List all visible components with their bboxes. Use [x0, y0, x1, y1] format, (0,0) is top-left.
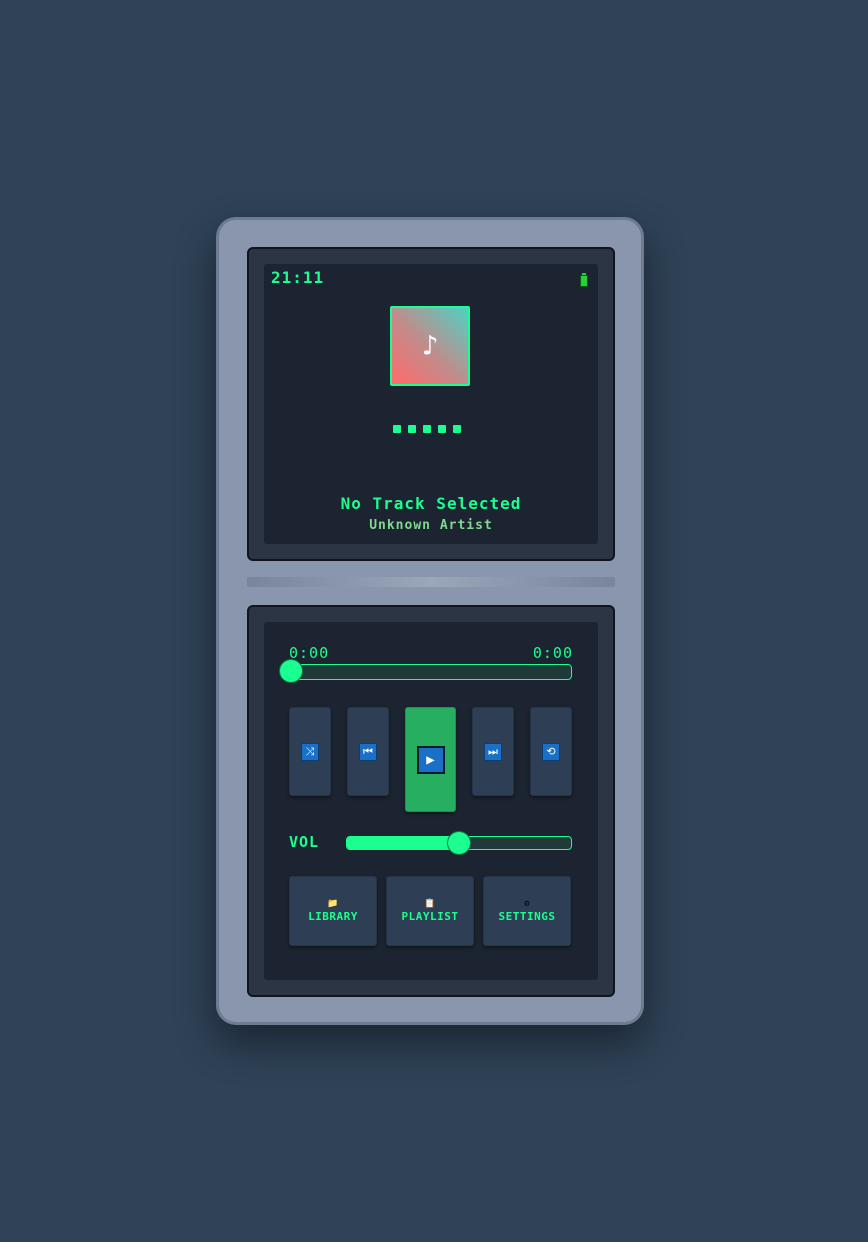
- track-title: No Track Selected: [340, 494, 522, 513]
- battery-icon: [580, 273, 588, 287]
- library-label: LIBRARY: [308, 910, 358, 923]
- library-button[interactable]: 📁 LIBRARY: [289, 876, 377, 946]
- display-panel: 21:11 ♪ No Track Selected Unknown Artist: [247, 247, 615, 561]
- play-button[interactable]: ▶: [405, 707, 456, 812]
- status-clock: 21:11: [271, 268, 325, 287]
- display-screen: 21:11 ♪ No Track Selected Unknown Artist: [264, 264, 598, 544]
- next-button[interactable]: ⏭: [472, 707, 514, 796]
- volume-fill: [347, 837, 459, 849]
- playlist-button[interactable]: 📋 PLAYLIST: [386, 876, 474, 946]
- visualizer-bar: [408, 425, 416, 433]
- album-art: ♪: [390, 306, 470, 386]
- shuffle-icon: ⤨: [301, 742, 319, 761]
- previous-track-icon: ⏮: [359, 742, 377, 761]
- hinge-divider: [247, 577, 615, 587]
- visualizer-bar: [393, 425, 401, 433]
- repeat-icon: ⟲: [542, 742, 560, 761]
- visualizer: [393, 425, 461, 433]
- gear-icon: ⚙: [524, 899, 530, 909]
- shuffle-button[interactable]: ⤨: [289, 707, 331, 796]
- settings-label: SETTINGS: [498, 910, 556, 923]
- controls-panel: 0:00 0:00 ⤨ ⏮ ▶ ⏭ ⟲ VOL 📁 LIBRARY 📋 PLAY…: [247, 605, 615, 997]
- volume-label: VOL: [289, 833, 320, 851]
- progress-handle[interactable]: [280, 660, 302, 682]
- visualizer-bar: [438, 425, 446, 433]
- settings-button[interactable]: ⚙ SETTINGS: [483, 876, 571, 946]
- volume-slider[interactable]: [346, 832, 572, 854]
- next-track-icon: ⏭: [484, 742, 502, 761]
- list-icon: 📋: [424, 899, 436, 909]
- previous-button[interactable]: ⏮: [347, 707, 389, 796]
- folder-icon: 📁: [327, 899, 339, 909]
- playlist-label: PLAYLIST: [401, 910, 459, 923]
- current-time: 0:00: [289, 644, 330, 662]
- track-artist: Unknown Artist: [369, 518, 493, 533]
- play-icon: ▶: [416, 745, 445, 774]
- visualizer-bar: [423, 425, 431, 433]
- music-player-device: 21:11 ♪ No Track Selected Unknown Artist…: [216, 217, 644, 1025]
- music-note-icon: ♪: [421, 329, 439, 362]
- progress-bar[interactable]: [280, 660, 572, 682]
- repeat-button[interactable]: ⟲: [530, 707, 572, 796]
- controls-screen: 0:00 0:00 ⤨ ⏮ ▶ ⏭ ⟲ VOL 📁 LIBRARY 📋 PLAY…: [264, 622, 598, 980]
- total-time: 0:00: [532, 644, 573, 662]
- volume-handle[interactable]: [448, 832, 470, 854]
- visualizer-bar: [453, 425, 461, 433]
